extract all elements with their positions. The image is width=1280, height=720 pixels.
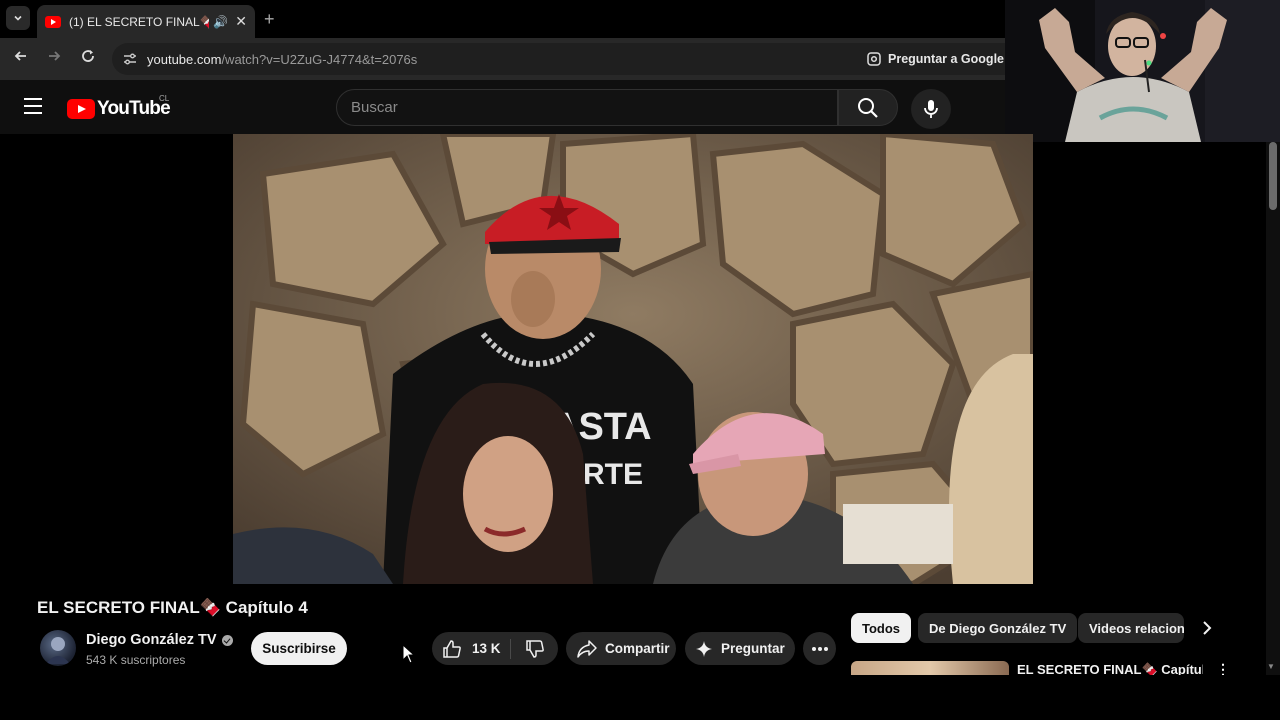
chip-from-channel[interactable]: De Diego González TV: [918, 613, 1078, 643]
ask-button[interactable]: Preguntar: [685, 632, 795, 665]
arrow-right-icon: [49, 51, 61, 61]
chevron-right-icon: [1203, 621, 1212, 635]
like-count: 13 K: [472, 641, 501, 656]
youtube-play-icon: [67, 99, 95, 119]
page-scrollbar[interactable]: [1266, 142, 1280, 677]
more-horizontal-icon: [811, 646, 828, 651]
youtube-logo[interactable]: YouTube CL: [67, 94, 171, 120]
browser-toolbar: youtube.com/watch?v=U2ZuG-J4774&t=2076s …: [0, 38, 1005, 80]
speaker-icon[interactable]: 🔊: [213, 15, 228, 29]
video-frame: ASTA ERTE: [233, 134, 1033, 584]
webcam-image: [1005, 0, 1280, 142]
menu-icon[interactable]: [24, 98, 42, 114]
new-tab-button[interactable]: +: [264, 9, 275, 30]
ask-google-label: Preguntar a Google: [888, 52, 1004, 66]
video-title: EL SECRETO FINAL🍫 Capítulo 4: [37, 598, 308, 617]
like-dislike-group: 13 K: [432, 632, 558, 665]
search-icon: [858, 97, 878, 118]
thumbs-up-icon: [443, 639, 461, 658]
search-button[interactable]: [838, 89, 898, 126]
thumbs-down-icon: [525, 639, 544, 658]
screen-bottom-area: [0, 675, 1280, 720]
url-path: /watch?v=U2ZuG-J4774&t=2076s: [221, 51, 418, 67]
chip-all[interactable]: Todos: [851, 613, 912, 643]
chevron-down-icon: [14, 15, 22, 21]
channel-name[interactable]: Diego González TV: [86, 632, 233, 648]
reload-icon: [82, 50, 94, 62]
site-settings-icon[interactable]: [122, 51, 138, 67]
mouse-cursor-icon: [402, 643, 416, 669]
lens-icon: [867, 52, 881, 66]
ask-label: Preguntar: [721, 641, 785, 656]
browser-tab-active[interactable]: (1) EL SECRETO FINAL🍫 Ca 🔊 ✕: [37, 5, 255, 38]
channel-avatar[interactable]: [40, 630, 76, 666]
country-code: CL: [159, 94, 170, 103]
tab-title: (1) EL SECRETO FINAL🍫 Ca: [69, 14, 209, 29]
channel-name-text: Diego González TV: [86, 632, 217, 648]
back-button[interactable]: [10, 48, 32, 70]
reload-button[interactable]: [77, 48, 99, 70]
like-button[interactable]: 13 K: [432, 632, 510, 665]
tab-search-button[interactable]: [6, 6, 30, 30]
youtube-header: YouTube CL Buscar: [0, 80, 1005, 134]
sparkle-icon: [696, 640, 712, 657]
avatar-image: [46, 637, 70, 664]
share-button[interactable]: Compartir: [566, 632, 676, 665]
dislike-button[interactable]: [511, 632, 558, 665]
voice-search-button[interactable]: [911, 89, 951, 129]
recommendation-thumbnail[interactable]: [851, 661, 1009, 675]
ask-google-button[interactable]: Preguntar a Google: [866, 46, 1004, 72]
more-actions-button[interactable]: [803, 632, 836, 665]
forward-button[interactable]: [43, 48, 65, 70]
scrollbar-thumb[interactable]: [1269, 142, 1277, 210]
microphone-icon: [924, 100, 938, 118]
scroll-down-arrow-icon[interactable]: ▼: [1267, 662, 1275, 671]
chip-related-videos[interactable]: Videos relacionados: [1078, 613, 1184, 643]
browser-tab-strip: (1) EL SECRETO FINAL🍫 Ca 🔊 ✕ +: [0, 0, 1005, 38]
chips-next-button[interactable]: [1197, 618, 1217, 638]
url-host: youtube.com: [147, 51, 222, 67]
verified-icon: [221, 634, 233, 646]
share-icon: [577, 639, 597, 658]
search-input[interactable]: Buscar: [336, 89, 838, 126]
youtube-favicon-icon: [45, 15, 61, 28]
webcam-overlay: [1005, 0, 1280, 142]
close-tab-icon[interactable]: ✕: [235, 13, 247, 30]
subscriber-count: 543 K suscriptores: [86, 653, 186, 667]
share-label: Compartir: [605, 641, 670, 656]
arrow-left-icon: [14, 51, 26, 61]
video-player[interactable]: ASTA ERTE: [233, 134, 1033, 584]
subscribe-button[interactable]: Suscribirse: [251, 632, 347, 665]
